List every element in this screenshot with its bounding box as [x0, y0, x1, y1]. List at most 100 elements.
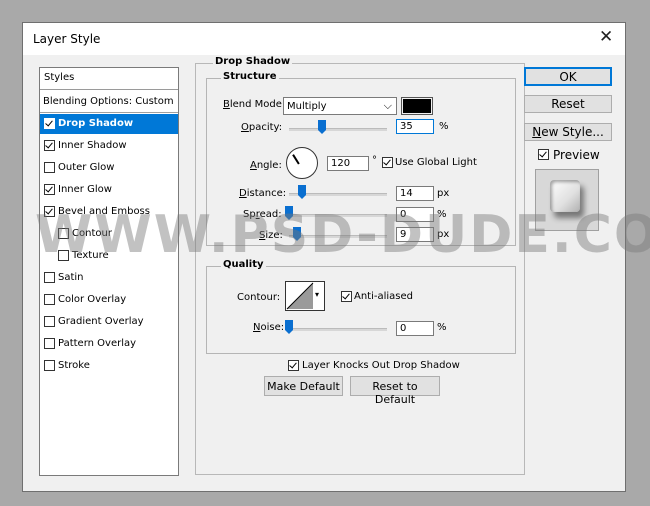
contour-label: Contour: — [237, 292, 281, 303]
angle-dial[interactable] — [286, 147, 318, 179]
use-global-light-label: Use Global Light — [395, 157, 477, 168]
styles-list: Styles Blending Options: Custom Drop Sha… — [39, 67, 179, 476]
angle-dial-needle — [292, 154, 300, 165]
pattern-overlay-checkbox[interactable] — [44, 338, 55, 349]
style-item-inner-glow[interactable]: Inner Glow — [40, 180, 178, 200]
drop-shadow-title: Drop Shadow — [213, 56, 293, 67]
list-divider — [40, 112, 178, 113]
spread-slider-thumb[interactable] — [285, 206, 293, 220]
gradient-overlay-checkbox[interactable] — [44, 316, 55, 327]
noise-unit: % — [437, 322, 447, 333]
contour-checkbox[interactable] — [58, 228, 69, 239]
texture-checkbox[interactable] — [58, 250, 69, 261]
style-item-bevel-and-emboss[interactable]: Bevel and Emboss — [40, 202, 178, 222]
size-input[interactable]: 9 — [396, 227, 434, 242]
noise-label: Noise: — [253, 322, 285, 333]
quality-title: Quality — [221, 259, 266, 270]
window-title: Layer Style — [33, 32, 101, 46]
linear-contour-icon — [286, 282, 314, 310]
style-item-label: Inner Glow — [58, 184, 112, 195]
opacity-slider-thumb[interactable] — [318, 120, 326, 134]
noise-input[interactable]: 0 — [396, 321, 434, 336]
style-item-label: Gradient Overlay — [58, 316, 144, 327]
spread-slider[interactable] — [289, 214, 387, 217]
structure-title: Structure — [221, 71, 279, 82]
style-item-pattern-overlay[interactable]: Pattern Overlay — [40, 334, 178, 354]
blending-options-item[interactable]: Blending Options: Custom — [40, 92, 178, 112]
preview-label: Preview — [553, 148, 600, 162]
style-item-label: Drop Shadow — [58, 118, 134, 129]
preview-shape — [550, 180, 580, 212]
chevron-down-icon: ▾ — [315, 290, 320, 299]
style-item-label: Outer Glow — [58, 162, 115, 173]
opacity-input[interactable]: 35 — [396, 119, 434, 134]
quality-group: Quality Contour: ▾ Anti-aliased Noise: 0… — [206, 259, 516, 354]
contour-picker[interactable]: ▾ — [285, 281, 325, 311]
style-item-label: Satin — [58, 272, 84, 283]
opacity-slider[interactable] — [289, 128, 387, 131]
style-item-drop-shadow[interactable]: Drop Shadow — [40, 112, 178, 134]
size-slider-thumb[interactable] — [293, 227, 301, 241]
anti-aliased-checkbox[interactable] — [341, 291, 352, 302]
use-global-light-checkbox[interactable] — [382, 157, 393, 168]
opacity-unit: % — [439, 121, 449, 132]
structure-group: Structure Blend Mode: Multiply ⌵ Opacity… — [206, 71, 516, 246]
drop-shadow-panel: Drop Shadow Structure Blend Mode: Multip… — [195, 56, 525, 475]
distance-slider-thumb[interactable] — [298, 185, 306, 199]
style-preview-thumbnail — [535, 169, 599, 231]
spread-input[interactable]: 0 — [396, 207, 434, 222]
distance-unit: px — [437, 188, 450, 199]
style-item-gradient-overlay[interactable]: Gradient Overlay — [40, 312, 178, 332]
angle-unit: ° — [372, 155, 377, 166]
style-item-label: Pattern Overlay — [58, 338, 137, 349]
style-item-inner-shadow[interactable]: Inner Shadow — [40, 136, 178, 156]
knockout-checkbox[interactable] — [288, 360, 299, 371]
drop-shadow-checkbox[interactable] — [44, 118, 55, 129]
distance-input[interactable]: 14 — [396, 186, 434, 201]
size-label: Size: — [259, 230, 283, 241]
style-item-texture[interactable]: Texture — [40, 246, 178, 266]
styles-header[interactable]: Styles — [40, 68, 178, 90]
satin-checkbox[interactable] — [44, 272, 55, 283]
outer-glow-checkbox[interactable] — [44, 162, 55, 173]
reset-button[interactable]: Reset — [524, 95, 612, 113]
style-item-label: Contour — [72, 228, 112, 239]
reset-to-default-button[interactable]: Reset to Default — [350, 376, 440, 406]
style-item-stroke[interactable]: Stroke — [40, 356, 178, 376]
style-item-outer-glow[interactable]: Outer Glow — [40, 158, 178, 178]
spread-label: Spread: — [243, 209, 282, 220]
anti-aliased-label: Anti-aliased — [354, 291, 414, 302]
distance-label: Distance: — [239, 188, 287, 199]
opacity-label: Opacity: — [241, 122, 283, 133]
style-item-label: Texture — [72, 250, 109, 261]
title-bar: Layer Style ✕ — [23, 23, 625, 55]
size-unit: px — [437, 229, 450, 240]
style-item-label: Inner Shadow — [58, 140, 127, 151]
noise-slider-thumb[interactable] — [285, 320, 293, 334]
close-icon[interactable]: ✕ — [599, 29, 613, 46]
inner-shadow-checkbox[interactable] — [44, 140, 55, 151]
angle-input[interactable]: 120 — [327, 156, 369, 171]
new-style-button[interactable]: New Style... — [524, 123, 612, 141]
style-item-label: Color Overlay — [58, 294, 127, 305]
make-default-button[interactable]: Make Default — [264, 376, 343, 396]
chevron-down-icon: ⌵ — [383, 99, 392, 112]
ok-button[interactable]: OK — [524, 67, 612, 86]
style-item-satin[interactable]: Satin — [40, 268, 178, 288]
angle-label: Angle: — [250, 160, 282, 171]
inner-glow-checkbox[interactable] — [44, 184, 55, 195]
noise-slider[interactable] — [289, 328, 387, 331]
style-item-contour[interactable]: Contour — [40, 224, 178, 244]
style-item-label: Stroke — [58, 360, 90, 371]
shadow-color-swatch[interactable] — [401, 97, 433, 115]
bevel-and-emboss-checkbox[interactable] — [44, 206, 55, 217]
color-overlay-checkbox[interactable] — [44, 294, 55, 305]
blend-mode-select[interactable]: Multiply ⌵ — [283, 97, 397, 115]
size-slider[interactable] — [289, 235, 387, 238]
spread-unit: % — [437, 209, 447, 220]
style-item-color-overlay[interactable]: Color Overlay — [40, 290, 178, 310]
style-item-label: Bevel and Emboss — [58, 206, 150, 217]
preview-checkbox[interactable] — [538, 149, 549, 160]
stroke-checkbox[interactable] — [44, 360, 55, 371]
knockout-label: Layer Knocks Out Drop Shadow — [302, 360, 460, 371]
